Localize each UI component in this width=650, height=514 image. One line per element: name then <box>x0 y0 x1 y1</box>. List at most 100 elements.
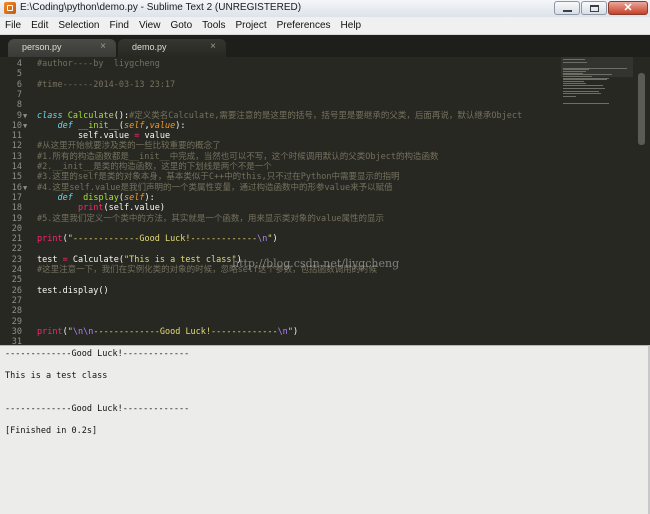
code-line: test.display() <box>37 286 109 296</box>
window-title: E:\Coding\python\demo.py - Sublime Text … <box>20 2 302 13</box>
code-token: #3.这里的self是类的对象本身，基本类似于C++中的this,只不过在Pyt… <box>37 172 400 183</box>
code-text-area[interactable]: #author----by liygcheng #time------2014-0… <box>37 57 557 345</box>
code-line: #从这里开始就要涉及类的一些比较重要的概念了 <box>37 141 221 151</box>
menu-edit[interactable]: Edit <box>26 17 53 34</box>
menu-preferences[interactable]: Preferences <box>272 17 336 34</box>
line-number: 27 <box>11 295 22 306</box>
code-token: ) <box>272 234 278 245</box>
code-token: self <box>124 120 145 131</box>
maximize-button[interactable] <box>581 1 607 15</box>
line-number: 6 <box>16 79 22 90</box>
code-token: #5.这里我们定义一个类中的方法，其实就是一个函数，用来显示类对象的value属… <box>37 213 384 224</box>
code-token: ) <box>292 326 299 337</box>
fold-arrow-icon[interactable]: ▼ <box>23 183 27 193</box>
tab-person-py[interactable]: person.py × <box>8 39 116 57</box>
menu-find[interactable]: Find <box>105 17 134 34</box>
code-token: Calculate <box>67 110 114 121</box>
tab-close-icon[interactable]: × <box>210 41 216 52</box>
code-token: print <box>37 326 63 337</box>
code-token: print <box>37 234 63 245</box>
minimap[interactable] <box>561 57 633 345</box>
tab-demo-py[interactable]: demo.py × <box>118 39 226 57</box>
maximize-icon <box>590 5 599 12</box>
line-number: 18 <box>11 203 22 214</box>
line-number: 30 <box>11 326 22 337</box>
code-token: test <box>37 254 63 265</box>
menu-view[interactable]: View <box>134 17 166 34</box>
line-number: 17 <box>11 192 22 203</box>
minimap-line <box>563 96 576 98</box>
vertical-scrollbar-thumb[interactable] <box>638 73 645 145</box>
menu-bar: File Edit Selection Find View Goto Tools… <box>0 17 650 35</box>
line-number: 22 <box>11 244 22 255</box>
menu-tools[interactable]: Tools <box>197 17 230 34</box>
line-number: 8 <box>16 100 22 111</box>
line-number: 19 <box>11 213 22 224</box>
minimap-line <box>563 103 609 105</box>
menu-project[interactable]: Project <box>231 17 272 34</box>
code-line: print(self.value) <box>37 203 165 213</box>
code-token: def <box>57 120 73 131</box>
line-number: 16 <box>11 182 22 193</box>
tab-label: person.py <box>22 42 62 52</box>
minimap-line <box>563 87 606 89</box>
line-number: 28 <box>11 306 22 317</box>
minimize-icon <box>563 10 572 12</box>
menu-file[interactable]: File <box>0 17 26 34</box>
menu-selection[interactable]: Selection <box>53 17 104 34</box>
code-token: #4.这里self.value是我们声明的一个类属性变量，通过构造函数中的形参v… <box>37 182 393 193</box>
code-token: value <box>139 131 171 142</box>
code-token: -------------Good Luck!------------- <box>93 326 278 337</box>
code-token: self.value <box>37 131 135 142</box>
code-token: print <box>77 203 104 214</box>
minimap-line <box>563 59 585 60</box>
code-token: #1.所有的构造函数都是__init__中完成，当然也可以不写，这个时候调用默认… <box>37 151 439 162</box>
line-number: 14 <box>11 162 22 172</box>
minimap-line <box>563 93 601 94</box>
line-number: 10 <box>11 120 22 131</box>
menu-goto[interactable]: Goto <box>165 17 197 34</box>
code-token: "This is a test class" <box>124 254 237 265</box>
code-line: #3.这里的self是类的对象本身，基本类似于C++中的this,只不过在Pyt… <box>37 172 399 182</box>
line-number: 13 <box>11 151 22 162</box>
code-token: test.display() <box>37 285 109 296</box>
code-token: #time------2014-03-13 23:17 <box>37 79 176 90</box>
code-token: value <box>149 120 176 131</box>
line-number-gutter: 4 5 6 7 8 9 ▼ 10 ▼ 11 12 13 14 15 16 ▼ 17 18 19 20 21 22 23 24 2… <box>0 57 32 357</box>
editor-area: person.py × demo.py × 4 5 6 7 8 9 ▼ 10 ▼ 11 12 13 14… <box>0 35 650 357</box>
code-token: Calculate( <box>67 254 125 265</box>
tab-label: demo.py <box>132 42 167 52</box>
code-token: #定义类名Calculate,需要注意的是这里的括号，括号里是要继承的父类，后面… <box>129 110 523 121</box>
minimap-line <box>563 84 603 86</box>
line-number: 21 <box>11 234 22 245</box>
code-line: class Calculate():#定义类名Calculate,需要注意的是这… <box>37 111 522 121</box>
line-number: 20 <box>11 223 22 234</box>
menu-help[interactable]: Help <box>336 17 367 34</box>
code-token: ): <box>175 120 186 131</box>
code-token: (self.value) <box>103 203 165 214</box>
code-token: class <box>37 110 63 121</box>
code-line: #4.这里self.value是我们声明的一个类属性变量，通过构造函数中的形参v… <box>37 183 393 193</box>
fold-arrow-icon[interactable]: ▼ <box>23 121 27 131</box>
sublime-app-icon <box>4 2 16 14</box>
code-token: __init__ <box>77 120 119 131</box>
line-number: 5 <box>16 69 22 80</box>
tab-close-icon[interactable]: × <box>100 41 106 52</box>
fold-arrow-icon[interactable]: ▼ <box>23 111 27 121</box>
code-line: print("-------------Good Luck!----------… <box>37 234 278 244</box>
output-line: -------------Good Luck!------------- <box>5 404 190 414</box>
code-token: ): <box>144 192 155 203</box>
code-token: #2.__init__是类的构造函数，这里的下划线是两个不是一个 <box>37 162 272 172</box>
code-line: self.value = value <box>37 131 170 141</box>
code-token: display <box>83 192 119 203</box>
build-output-panel[interactable]: -------------Good Luck!------------- This… <box>0 345 650 514</box>
output-line: [Finished in 0.2s] <box>5 426 98 436</box>
output-line: -------------Good Luck!------------- <box>5 349 190 359</box>
close-window-button[interactable]: ✕ <box>608 1 648 15</box>
line-number: 23 <box>11 254 22 265</box>
code-line: #5.这里我们定义一个类中的方法，其实就是一个函数，用来显示类对象的value属… <box>37 214 384 224</box>
code-token: \n\n <box>72 326 94 337</box>
minimize-button[interactable] <box>554 1 580 15</box>
